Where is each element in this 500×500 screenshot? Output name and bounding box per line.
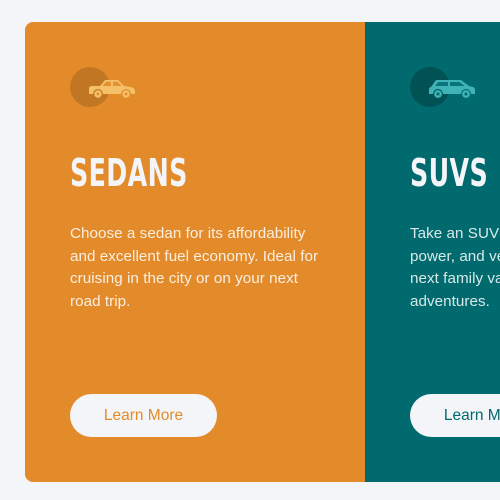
sedans-card: SEDANS Choose a sedan for its affordabil… <box>25 22 365 482</box>
sedan-car-icon <box>89 80 135 98</box>
suvs-card: SUVS Take an SUV for its spacious interi… <box>365 22 500 482</box>
card-description: Choose a sedan for its affordability and… <box>70 225 319 310</box>
suv-icon-wrap <box>410 67 475 111</box>
vehicle-cards: SEDANS Choose a sedan for its affordabil… <box>25 22 500 482</box>
card-title: SUVS <box>410 151 489 195</box>
page: SEDANS Choose a sedan for its affordabil… <box>0 0 500 500</box>
suv-car-icon <box>429 80 475 98</box>
sedan-icon-wrap <box>70 67 135 111</box>
learn-more-button[interactable]: Learn More <box>410 394 500 437</box>
learn-more-button[interactable]: Learn More <box>70 394 217 437</box>
card-description: Take an SUV for its spacious interior, p… <box>410 225 500 310</box>
card-title: SEDANS <box>70 151 188 195</box>
